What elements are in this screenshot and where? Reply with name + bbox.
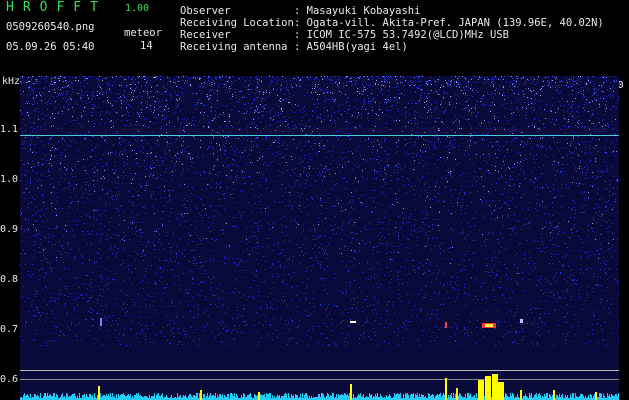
antenna-value: : A504HB(yagi 4el) xyxy=(294,41,408,53)
spectrogram-canvas xyxy=(20,76,619,400)
app-title: HROFFT xyxy=(6,0,107,15)
freq-tick-label: 0.9 xyxy=(0,224,19,235)
histogram-peak xyxy=(520,390,522,400)
meteor-echo xyxy=(485,324,493,327)
observer-label: Observer xyxy=(180,5,231,17)
histogram-peak xyxy=(350,384,352,400)
antenna-label: Receiving antenna xyxy=(180,41,288,53)
histogram-peak xyxy=(498,382,504,400)
histogram-peak xyxy=(478,380,484,400)
location-value: : Ogata-vill. Akita-Pref. JAPAN (139.96E… xyxy=(294,17,604,29)
date-time: 05.09.26 05:40 xyxy=(6,41,95,53)
freq-tick-label: 0.7 xyxy=(0,324,19,335)
freq-tick-label: 0.8 xyxy=(0,274,19,285)
observer-value: : Masayuki Kobayashi xyxy=(294,5,421,17)
histogram-peak xyxy=(258,392,260,400)
spectrogram-plot xyxy=(20,76,619,400)
histogram-peak xyxy=(445,378,447,400)
freq-tick-label: 1.1 xyxy=(0,124,19,135)
histogram-peak xyxy=(553,390,555,400)
freq-unit-label: kHz xyxy=(2,76,21,87)
app-version: 1.00 xyxy=(125,3,150,14)
file-name: 0509260540.png xyxy=(6,21,95,33)
location-label: Receiving Location xyxy=(180,17,294,29)
meteor-echo xyxy=(350,321,356,323)
carrier-line xyxy=(20,135,619,136)
histogram-peak xyxy=(595,392,597,400)
meteor-echo xyxy=(100,318,102,326)
freq-tick-label: 0.6 xyxy=(0,374,19,385)
grid-line xyxy=(20,379,619,380)
histogram-peak xyxy=(456,388,458,400)
header-panel: HROFFT 1.00 0509260540.png 05.09.26 05:4… xyxy=(0,0,629,76)
histogram-peak xyxy=(200,390,202,400)
freq-tick-label: 1.0 xyxy=(0,174,19,185)
meteor-count: 14 xyxy=(140,40,153,52)
meteor-echo xyxy=(445,322,447,328)
histogram-peak xyxy=(98,386,100,400)
histogram-peak xyxy=(492,374,498,400)
receiver-value: : ICOM IC-575 53.7492(@LCD)MHz USB xyxy=(294,29,509,41)
receiver-label: Receiver xyxy=(180,29,231,41)
meteor-echo xyxy=(520,319,523,323)
histogram-peak xyxy=(485,376,491,400)
grid-line xyxy=(20,370,619,371)
meteor-label: meteor xyxy=(124,27,162,39)
